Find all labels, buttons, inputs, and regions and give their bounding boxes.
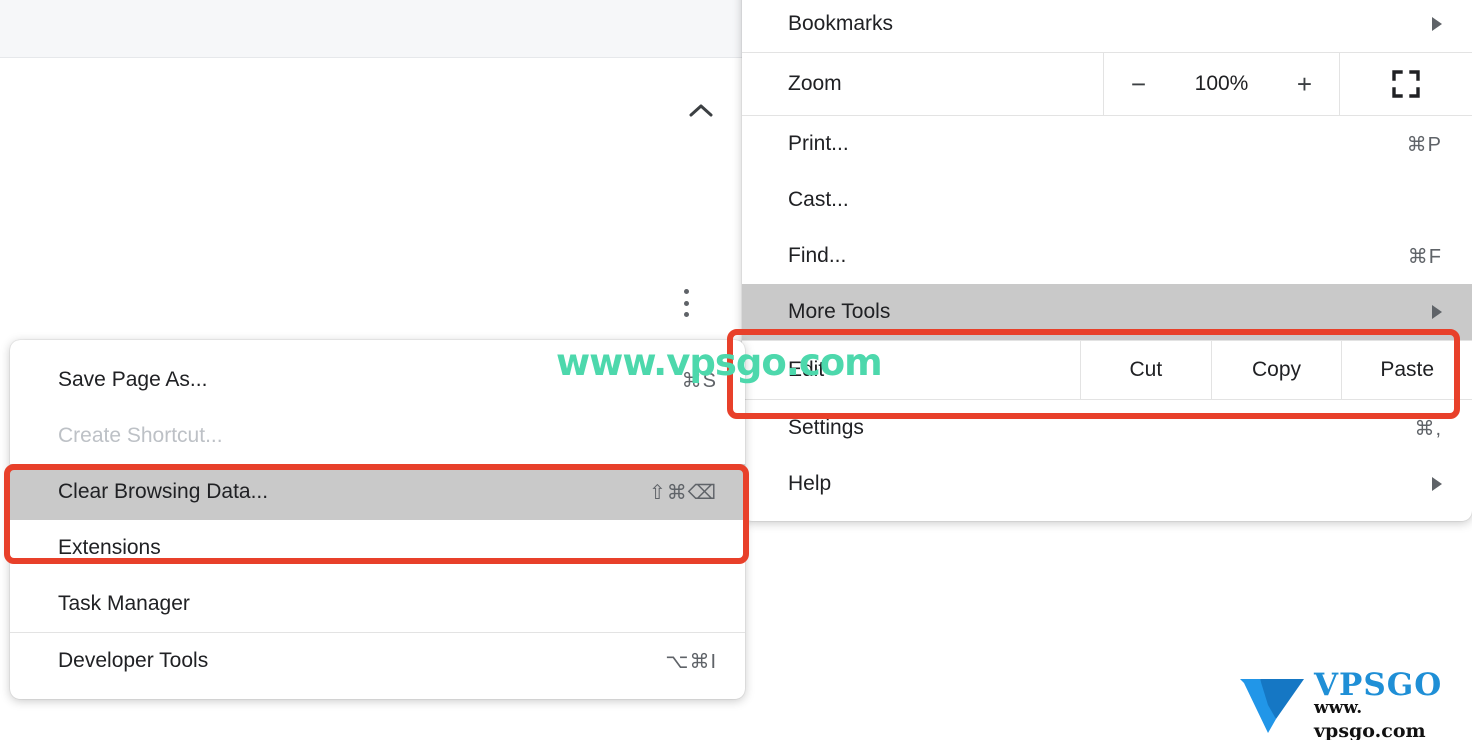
vpsgo-brand-text: VPSGO [1314, 666, 1443, 703]
edit-paste-button[interactable]: Paste [1342, 341, 1472, 399]
submenu-item-task-manager[interactable]: Task Manager [10, 576, 745, 632]
browser-toolbar-band [0, 0, 762, 58]
zoom-in-button[interactable]: + [1293, 69, 1317, 100]
menu-item-accelerator: ⌘F [1407, 245, 1442, 268]
menu-item-label: Find... [788, 244, 847, 267]
vpsgo-wordmark: VPSGO www. vpsgo.com [1310, 666, 1464, 740]
watermark-text: www.vpsgo.com [556, 341, 883, 384]
zoom-level-value: 100% [1194, 72, 1249, 95]
submenu-item-label: Create Shortcut... [58, 424, 223, 447]
vpsgo-www-text: www. [1314, 697, 1363, 718]
submenu-item-accelerator: ⌥⌘I [665, 650, 717, 673]
menu-item-find[interactable]: Find... ⌘F [742, 228, 1472, 284]
edit-cut-button[interactable]: Cut [1081, 341, 1212, 399]
fullscreen-button[interactable] [1340, 53, 1472, 115]
submenu-item-label: Clear Browsing Data... [58, 480, 269, 503]
submenu-item-extensions[interactable]: Extensions [10, 520, 745, 576]
zoom-label: Zoom [742, 53, 1104, 115]
menu-item-label: Cast... [788, 188, 849, 211]
submenu-item-developer-tools[interactable]: Developer Tools ⌥⌘I [10, 633, 745, 689]
menu-row-zoom[interactable]: Zoom − 100% + [742, 52, 1472, 116]
vpsgo-v-mark-icon [1238, 675, 1310, 738]
more-vert-icon[interactable] [676, 286, 696, 320]
zoom-label-text: Zoom [788, 72, 842, 95]
menu-item-label: Bookmarks [788, 12, 894, 35]
menu-item-settings[interactable]: Settings ⌘, [742, 400, 1472, 456]
chevron-right-icon [1432, 305, 1442, 319]
chevron-right-icon [1432, 17, 1442, 31]
menu-item-accelerator: ⌘P [1406, 133, 1442, 156]
edit-copy-button[interactable]: Copy [1212, 341, 1343, 399]
chevron-up-icon[interactable] [686, 96, 716, 126]
submenu-item-label: Extensions [58, 536, 161, 559]
zoom-controls: − 100% + [1104, 53, 1340, 115]
vpsgo-logo: VPSGO www. vpsgo.com [1238, 669, 1464, 740]
vpsgo-domain-text: vpsgo.com [1314, 719, 1426, 740]
menu-item-bookmarks[interactable]: Bookmarks [742, 0, 1472, 52]
submenu-item-accelerator: ⇧⌘⌫ [648, 481, 717, 504]
menu-item-cast[interactable]: Cast... [742, 172, 1472, 228]
menu-item-help[interactable]: Help [742, 456, 1472, 512]
zoom-out-button[interactable]: − [1127, 69, 1151, 100]
submenu-item-label: Developer Tools [58, 649, 209, 672]
vpsgo-url-line: www. vpsgo.com [1314, 697, 1464, 740]
fullscreen-icon [1392, 70, 1420, 98]
menu-item-label: Settings [788, 416, 864, 439]
submenu-item-label: Save Page As... [58, 368, 208, 391]
menu-item-print[interactable]: Print... ⌘P [742, 116, 1472, 172]
submenu-item-label: Task Manager [58, 592, 190, 615]
chevron-right-icon [1432, 477, 1442, 491]
menu-item-more-tools[interactable]: More Tools [742, 284, 1472, 340]
screenshot-root: Downloads ⌥⌘L Bookmarks Zoom − 100% + [0, 0, 1472, 740]
chrome-main-menu[interactable]: Downloads ⌥⌘L Bookmarks Zoom − 100% + [742, 0, 1472, 521]
submenu-item-create-shortcut: Create Shortcut... [10, 408, 745, 464]
menu-item-accelerator: ⌘, [1414, 417, 1442, 440]
menu-item-label: Help [788, 472, 832, 495]
menu-item-label: More Tools [788, 300, 891, 323]
menu-item-label: Print... [788, 132, 849, 155]
submenu-item-clear-browsing-data[interactable]: Clear Browsing Data... ⇧⌘⌫ [10, 464, 745, 520]
more-tools-submenu[interactable]: Save Page As... ⌘S Create Shortcut... Cl… [10, 340, 745, 699]
